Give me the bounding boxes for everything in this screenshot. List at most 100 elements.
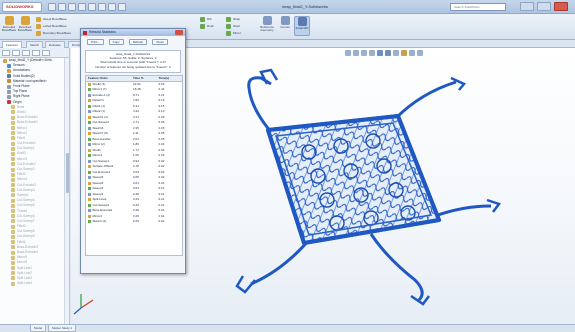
feature-icon <box>11 229 15 234</box>
options-icon[interactable] <box>118 3 126 11</box>
wrap-body <box>235 68 502 306</box>
refresh-button[interactable]: Refresh <box>128 39 148 45</box>
draft-label: Draft <box>207 24 214 28</box>
feature-icon <box>88 137 91 141</box>
curves-label: Curves <box>280 25 290 29</box>
dialog-close-icon[interactable] <box>175 30 183 35</box>
feature-icon <box>7 63 11 68</box>
feature-icon <box>7 84 11 89</box>
feature-icon <box>11 120 15 125</box>
revolved-boss-button[interactable]: Revolved Boss/Base <box>18 16 32 36</box>
rib-button[interactable]: Rib <box>200 16 212 22</box>
featuremanager-tab-icon[interactable] <box>2 50 10 56</box>
rib-icon <box>200 16 205 22</box>
feature-icon <box>11 214 15 219</box>
feature-icon <box>88 154 91 158</box>
feature-icon <box>11 188 15 193</box>
maximize-button[interactable] <box>537 2 551 11</box>
curves-button[interactable]: Curves <box>278 16 292 36</box>
extruded-boss-button[interactable]: Extruded Boss/Base <box>2 16 16 36</box>
save-icon[interactable] <box>68 3 76 11</box>
table-row[interactable]: Sketch (2) 0.25 0.01 <box>86 219 182 225</box>
tree-item[interactable]: Split Line4 <box>3 281 69 286</box>
feature-manager-tree: wrap_final2_Y (Default<<Defa Sensors Annot… <box>0 48 70 324</box>
feature-icon <box>3 58 7 63</box>
tab-features[interactable]: Features <box>2 41 22 48</box>
feature-icon <box>11 255 15 260</box>
feature-icon <box>88 126 91 130</box>
draft-button[interactable]: Draft <box>200 23 214 29</box>
propertymanager-tab-icon[interactable] <box>12 50 20 56</box>
revolved-boss-icon <box>20 16 30 25</box>
app-logo[interactable]: SOLIDWORKS <box>2 2 42 12</box>
feature-icon <box>11 162 15 167</box>
reference-geometry-button[interactable]: Reference Geometry <box>258 16 276 36</box>
display-manager-tab-icon[interactable] <box>42 50 50 56</box>
feature-icon <box>11 141 15 146</box>
title-bar: SOLIDWORKS wrap_final2_Y-Solidworks Sear… <box>0 0 575 14</box>
lofted-boss-button[interactable]: Lofted Boss/Base <box>36 23 67 29</box>
rebuild-icon[interactable] <box>108 3 116 11</box>
swept-boss-button[interactable]: Swept Boss/Base <box>36 16 67 22</box>
feature-icon <box>88 203 91 207</box>
tree-panel-tabs <box>0 48 69 58</box>
feature-icon <box>11 245 15 250</box>
tab-model[interactable]: Model <box>30 325 47 332</box>
rebuild-summary: wrap_final2_Y-Solidworks Features: 55, S… <box>85 50 181 73</box>
document-title: wrap_final2_Y-Solidworks <box>282 4 328 9</box>
new-file-icon[interactable] <box>48 3 56 11</box>
feature-icon <box>88 121 91 125</box>
feature-icon <box>11 193 15 198</box>
feature-icon <box>7 79 11 84</box>
instant3d-button[interactable]: Instant3D <box>294 16 310 36</box>
time-percent-cell: 0.25 <box>133 219 139 223</box>
wrap-icon <box>226 16 231 22</box>
feature-icon <box>11 234 15 239</box>
reference-geometry-icon <box>262 16 272 25</box>
feature-icon <box>11 198 15 203</box>
model-tab-bar: Model Motion Study 1 <box>0 324 575 332</box>
dimxpertmanager-tab-icon[interactable] <box>32 50 40 56</box>
column-header-time-percent[interactable]: Time % <box>129 76 155 81</box>
close-button[interactable] <box>554 2 568 11</box>
search-input[interactable]: Search SolidWorks <box>450 3 506 11</box>
feature-icon <box>11 146 15 151</box>
minimize-button[interactable] <box>520 2 534 11</box>
print-button[interactable]: Print... <box>87 39 104 45</box>
tree-item-label: Split Line4 <box>17 281 32 286</box>
shell-button[interactable]: Shell <box>226 23 240 29</box>
boundary-boss-label: Boundary Boss/Base <box>43 31 72 35</box>
select-icon[interactable] <box>98 3 106 11</box>
mirror-button[interactable]: Mirror <box>226 30 241 36</box>
feature-icon <box>88 104 91 108</box>
open-file-icon[interactable] <box>58 3 66 11</box>
rib-label: Rib <box>207 17 212 21</box>
tree-scrollbar[interactable] <box>64 58 69 324</box>
feature-icon <box>7 74 11 79</box>
configurationmanager-tab-icon[interactable] <box>22 50 30 56</box>
column-header-time-seconds[interactable]: Time(s) <box>155 76 182 81</box>
copy-button[interactable]: Copy <box>108 39 124 45</box>
feature-icon <box>7 94 11 99</box>
axis-triad <box>73 294 94 315</box>
undo-icon[interactable] <box>88 3 96 11</box>
column-header-feature[interactable]: Feature Order <box>86 76 129 81</box>
feature-icon <box>88 110 91 114</box>
feature-icon <box>11 151 15 156</box>
print-icon[interactable] <box>78 3 86 11</box>
app-window: SOLIDWORKS wrap_final2_Y-Solidworks Sear… <box>0 0 575 332</box>
feature-icon <box>11 260 15 265</box>
feature-icon <box>88 181 91 185</box>
tab-sketch[interactable]: Sketch <box>26 41 44 48</box>
wrap-button[interactable]: Wrap <box>226 16 240 22</box>
boundary-boss-icon <box>36 30 41 36</box>
instant3d-icon <box>297 17 307 26</box>
tab-motion-study[interactable]: Motion Study 1 <box>48 325 77 332</box>
tree-scrollbar-thumb[interactable] <box>66 153 69 193</box>
window-controls <box>520 2 568 11</box>
feature-icon <box>88 220 91 224</box>
tab-evaluate[interactable]: Evaluate <box>45 41 65 48</box>
boundary-boss-button[interactable]: Boundary Boss/Base <box>36 30 71 36</box>
close-dialog-button[interactable]: Close <box>152 39 168 45</box>
feature-list: wrap_final2_Y (Default<<Defa Sensors Annot… <box>0 58 69 286</box>
